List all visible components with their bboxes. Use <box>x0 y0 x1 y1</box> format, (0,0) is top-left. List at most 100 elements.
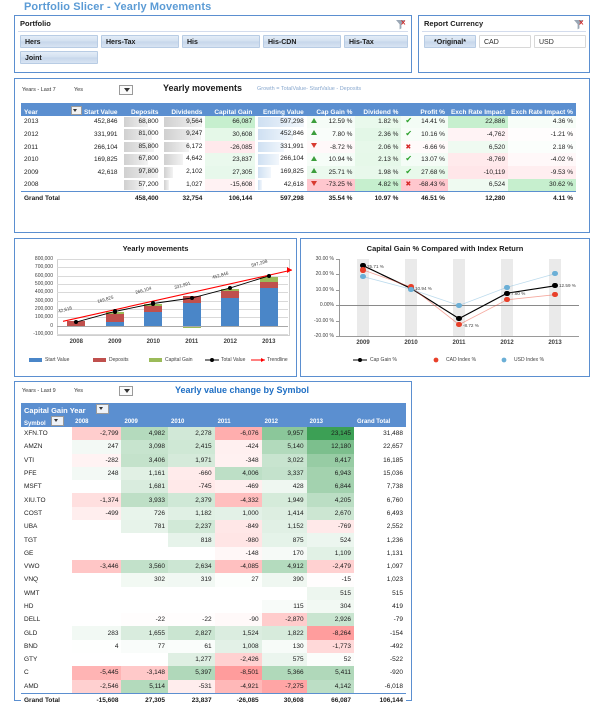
slicer-item-hers-tax[interactable]: Hers-Tax <box>101 35 179 48</box>
cell-value <box>215 587 262 600</box>
col-symbol[interactable]: Symbol <box>21 416 73 427</box>
cell-value <box>168 600 215 613</box>
cell-fx-impact: -10,119 <box>447 165 509 179</box>
cell-cap-gain-pct: 12.59 % <box>306 115 356 129</box>
col-2010[interactable]: 2010 <box>168 416 215 427</box>
col-start-value[interactable]: Start Value <box>66 103 121 116</box>
col-ending-value[interactable]: Ending Value <box>255 103 307 116</box>
legend-label: CAD Index % <box>446 357 477 363</box>
years9-slicer-dropdown-icon[interactable] <box>119 386 133 396</box>
slicer-item-usd[interactable]: USD <box>534 35 586 48</box>
years-last7-slicer[interactable]: Years - Last 7 Yes <box>21 84 119 98</box>
cell-year: 2012 <box>24 130 39 138</box>
slicer-item-his-cdn[interactable]: His-CDN <box>263 35 341 48</box>
slicer-item-cad[interactable]: CAD <box>479 35 531 48</box>
cell-dividends: 9,564 <box>161 116 205 129</box>
cell-grand-total: 6,493 <box>386 509 403 517</box>
slicer-item-hers[interactable]: Hers <box>20 35 98 48</box>
cell-capital-gain: 27,305 <box>205 165 256 179</box>
cell-value: 23,145 <box>306 427 354 441</box>
up-arrow-icon <box>310 130 317 136</box>
x-tick-label: 2012 <box>223 339 237 345</box>
slicer-item-his[interactable]: His <box>182 35 260 48</box>
col-profit-pct[interactable]: Profit % <box>401 103 448 116</box>
table-row: HD 115 304 419 <box>21 599 406 614</box>
x-tick-label: 2008 <box>69 339 83 345</box>
sort-icon[interactable] <box>71 105 83 115</box>
table-row: 2012 331,991 81,000 9,247 30,608 452,846 7.80 … <box>21 128 576 141</box>
cell-grand-total: -920 <box>389 669 403 677</box>
years-last9-slicer[interactable]: Years - Last 9 Yes <box>21 385 119 399</box>
cell-value: 6,844 <box>306 480 354 494</box>
up-arrow-icon <box>310 168 317 174</box>
col-cap-gain-pct[interactable]: Cap Gain % <box>306 103 356 116</box>
col-2011[interactable]: 2011 <box>214 416 262 427</box>
cell-dividend-pct: 4.82 % <box>355 178 402 192</box>
slicer-item-original[interactable]: *Original* <box>424 35 476 48</box>
portfolio-slicer-header: Portfolio <box>20 19 51 28</box>
cell-symbol: PFE <box>24 470 37 478</box>
cell-value: 2,237 <box>168 520 215 534</box>
col-fx-impact[interactable]: Exch Rate Impact <box>447 103 509 116</box>
cell-value: -660 <box>168 466 215 481</box>
cell-value: 4,006 <box>214 466 262 481</box>
cell-dividend-pct: 2.13 % <box>355 153 402 166</box>
data-point <box>504 297 510 303</box>
cell-start-value <box>66 179 120 192</box>
cell-value: 27 <box>214 573 262 587</box>
cell-year: 2013 <box>24 118 39 126</box>
cell-value: -980 <box>214 533 262 547</box>
cell-symbol: WMT <box>24 589 40 597</box>
symbol-filter-icon[interactable] <box>51 416 65 426</box>
cell-value: -348 <box>214 453 262 467</box>
clear-filter-icon[interactable] <box>395 19 406 30</box>
col-2013[interactable]: 2013 <box>306 416 354 427</box>
cell-value <box>72 600 121 613</box>
cell-profit-pct: ✔ 13.07 % <box>401 153 448 166</box>
cell-value: 1,822 <box>261 626 307 640</box>
col-2009[interactable]: 2009 <box>121 416 169 427</box>
cell-value: 726 <box>121 506 169 521</box>
cell-grand-total: -492 <box>389 642 403 650</box>
slicer-item-his-tax[interactable]: His-Tax <box>344 35 408 48</box>
col-fx-impact-pct[interactable]: Exch Rate Impact % <box>508 103 576 116</box>
cell-grand-total: 1,097 <box>386 563 403 571</box>
cell-value: 5,140 <box>261 440 307 454</box>
cell-capital-gain: -26,085 <box>205 140 256 154</box>
cell-symbol: MSFT <box>24 483 42 491</box>
check-icon: ✔ <box>405 154 413 164</box>
col-2012[interactable]: 2012 <box>261 416 307 427</box>
cell-symbol: C <box>24 669 29 677</box>
cell-value: 77 <box>121 639 169 654</box>
down-arrow-icon <box>310 180 317 186</box>
cell-profit-pct: ✔ 14.41 % <box>401 115 448 129</box>
cell-value: -90 <box>214 613 262 627</box>
slicer-item-joint[interactable]: Joint <box>20 51 98 64</box>
col-capital-gain[interactable]: Capital Gain <box>205 103 256 116</box>
cell-value: 1,949 <box>261 493 307 507</box>
x-tick-label: 2013 <box>262 339 276 345</box>
cell-grand-total: 1,131 <box>386 549 403 557</box>
col-grand-total[interactable]: Grand Total <box>353 416 406 427</box>
col-year[interactable]: Year <box>21 103 67 116</box>
legend-swatch <box>501 357 507 363</box>
col-dividends[interactable]: Dividends <box>161 103 206 116</box>
col-deposits[interactable]: Deposits <box>120 103 162 116</box>
grand-total-sum: 106,144 <box>353 692 406 707</box>
years-slicer-dropdown-icon[interactable] <box>119 85 133 95</box>
cell-value: -22 <box>121 613 169 627</box>
cell-symbol: UBA <box>24 523 38 531</box>
col-dividend-pct[interactable]: Dividend % <box>355 103 402 116</box>
cell-start-value: 169,825 <box>94 156 118 164</box>
capital-gain-year-filter-icon[interactable] <box>95 404 109 414</box>
x-tick-label: 2010 <box>146 339 160 345</box>
cell-fx-impact-pct: -9.53 % <box>508 165 576 179</box>
data-point <box>552 292 558 298</box>
cell-profit-pct: ✔ 10.16 % <box>401 128 448 141</box>
clear-filter-icon[interactable] <box>573 19 584 30</box>
cell-value <box>121 533 168 546</box>
cell-value <box>168 547 215 560</box>
col-2008[interactable]: 2008 <box>72 416 122 427</box>
cell-value: 1,524 <box>214 626 262 640</box>
table-row: GLD 283 1,655 2,827 1,524 1,822 -8,264 -154 <box>21 626 406 640</box>
